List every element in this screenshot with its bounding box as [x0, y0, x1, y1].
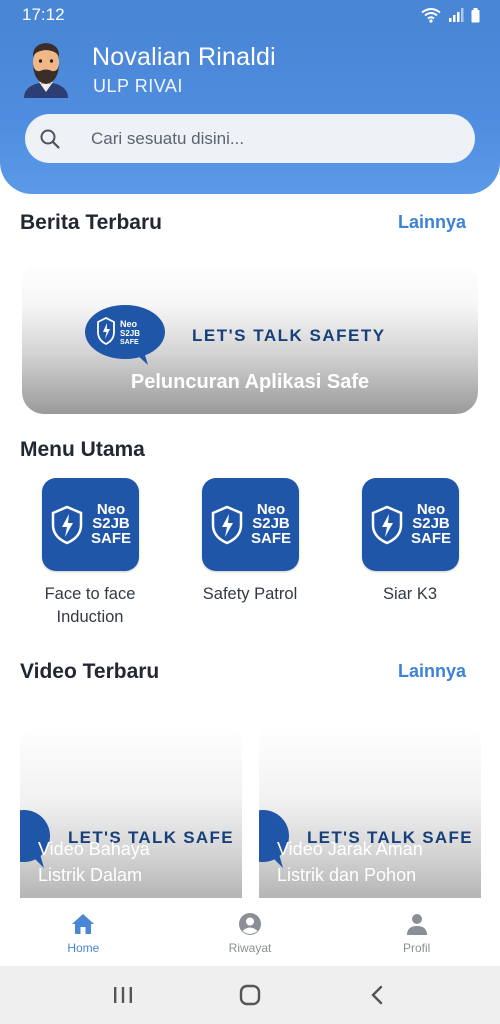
user-name: Novalian Rinaldi — [92, 43, 276, 71]
video-title: Video Bahaya Listrik Dalam — [38, 839, 150, 885]
brand-text: Neo S2JB SAFE — [410, 501, 451, 547]
neo-s2jb-safe-logo: Neo S2JB SAFE — [85, 305, 165, 365]
user-circle-icon — [239, 913, 261, 935]
menu-item-siar-k3[interactable]: Neo S2JB SAFE Siar K3 — [330, 478, 490, 606]
home-rounded-square-icon — [239, 984, 261, 1006]
video-title: Video Jarak Aman Listrik dan Pohon — [277, 839, 423, 885]
home-system-button[interactable] — [235, 980, 265, 1010]
person-icon — [406, 914, 427, 935]
svg-text:S2JB: S2JB — [120, 329, 140, 338]
status-time: 17:12 — [22, 5, 65, 24]
nav-profil[interactable]: Profil — [333, 898, 500, 966]
neo-s2jb-safe-icon: Neo S2JB SAFE — [361, 478, 459, 571]
menu-item-label: Siar K3 — [382, 585, 438, 603]
menu-item-label: Face to face Induction — [44, 585, 136, 626]
nav-home[interactable]: Home — [0, 898, 167, 966]
status-bar: 17:12 — [0, 0, 500, 30]
menu-item-label: Safety Patrol — [202, 585, 298, 603]
nav-label: Riwayat — [228, 941, 272, 955]
menu-item-face-to-face-induction[interactable]: Neo S2JB SAFE Face to face Induction — [10, 478, 170, 629]
video-more-link[interactable]: Lainnya — [398, 661, 466, 682]
search-input[interactable]: Cari sesuatu disini... — [25, 114, 475, 163]
back-button[interactable] — [362, 980, 392, 1010]
neo-s2jb-safe-icon: Neo S2JB SAFE — [41, 478, 139, 571]
user-unit: ULP RIVAI — [93, 76, 183, 96]
news-banner-title: Peluncuran Aplikasi Safe — [130, 371, 370, 393]
signal-icon — [449, 8, 464, 22]
nav-label: Profil — [403, 941, 431, 955]
battery-icon — [471, 7, 480, 22]
news-more-link[interactable]: Lainnya — [398, 212, 466, 233]
shield-bolt-icon — [211, 505, 243, 544]
status-icons — [421, 7, 480, 23]
video-section-title: Video Terbaru — [20, 660, 160, 683]
search-placeholder: Cari sesuatu disini... — [91, 128, 245, 148]
bottom-nav: Home Riwayat Profil — [0, 898, 500, 966]
nav-label: Home — [67, 941, 100, 955]
wifi-icon — [421, 8, 441, 23]
back-chevron-icon — [370, 985, 382, 1005]
recent-apps-button[interactable] — [108, 980, 138, 1010]
svg-text:SAFE: SAFE — [120, 339, 139, 346]
recent-apps-icon — [114, 987, 133, 1003]
brand-text: Neo S2JB SAFE — [90, 501, 131, 547]
menu-item-safety-patrol[interactable]: Neo S2JB SAFE Safety Patrol — [170, 478, 330, 606]
news-section-title: Berita Terbaru — [20, 211, 162, 234]
neo-s2jb-safe-icon: Neo S2JB SAFE — [201, 478, 299, 571]
news-banner-slogan: LET'S TALK SAFETY — [192, 326, 386, 345]
profile-header: Novalian Rinaldi ULP RIVAI Cari sesuatu … — [0, 30, 500, 194]
shield-bolt-icon — [51, 505, 83, 544]
news-banner[interactable]: Neo S2JB SAFE LET'S TALK SAFETY Peluncur… — [22, 260, 478, 414]
shield-bolt-icon — [371, 505, 403, 544]
home-icon — [72, 914, 95, 934]
search-icon — [40, 129, 60, 149]
system-nav-bar — [0, 966, 500, 1024]
brand-text: Neo S2JB SAFE — [250, 501, 291, 547]
video-card[interactable]: LET'S TALK SAFE Video Bahaya Listrik Dal… — [20, 724, 242, 914]
video-card[interactable]: LET'S TALK SAFE Video Jarak Aman Listrik… — [259, 724, 481, 914]
svg-text:Neo: Neo — [120, 319, 138, 329]
avatar[interactable] — [22, 40, 70, 98]
menu-section-title: Menu Utama — [20, 438, 145, 461]
nav-riwayat[interactable]: Riwayat — [167, 898, 334, 966]
